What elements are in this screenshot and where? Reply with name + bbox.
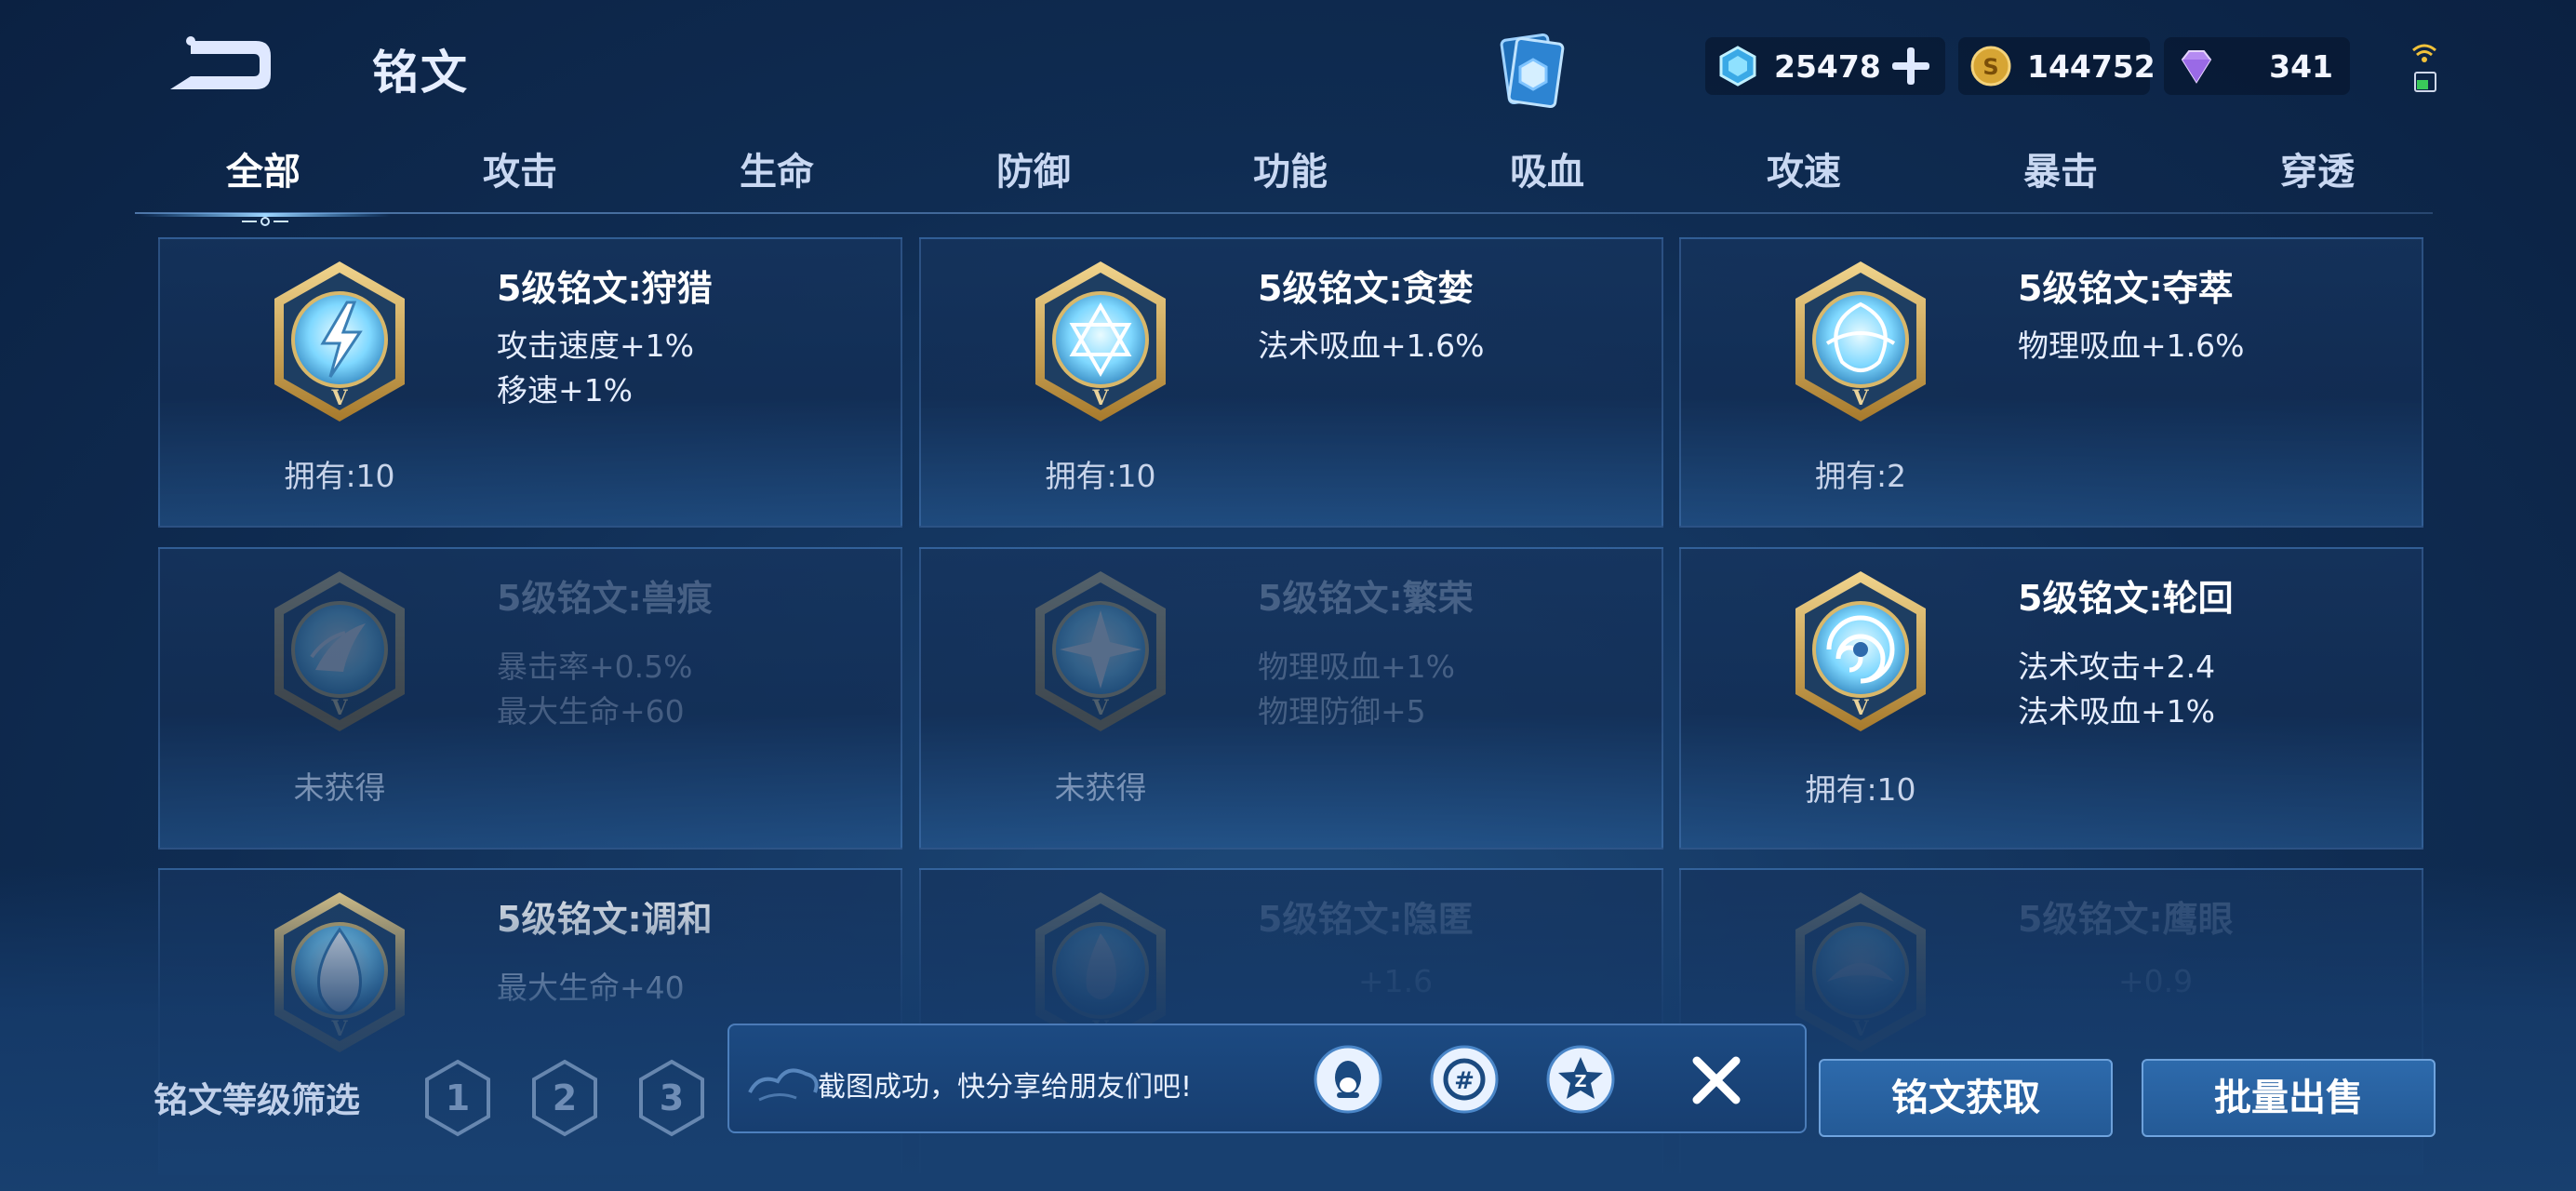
share-toast: 截图成功，快分享给朋友们吧! # Z bbox=[727, 1024, 1807, 1133]
owned-count: 拥有:2 bbox=[1814, 458, 1907, 494]
inscription-stat: +1.6 bbox=[1358, 963, 1434, 999]
crystal-icon bbox=[1719, 46, 1756, 87]
card-shop-icon[interactable] bbox=[1488, 28, 1572, 114]
back-arrow-icon bbox=[170, 36, 271, 89]
inscription-card[interactable]: 5级铭文:狩猎 攻击速度+1% 移速+1% 拥有:10 bbox=[158, 237, 902, 528]
inscription-stat: 移速+1% bbox=[497, 372, 634, 408]
lightning-emblem-icon bbox=[269, 258, 410, 425]
diamond-balance: 341 bbox=[2164, 37, 2350, 95]
svg-text:#: # bbox=[1454, 1067, 1475, 1095]
crystal-balance: 25478 bbox=[1705, 37, 1945, 95]
diamond-icon bbox=[2181, 50, 2212, 84]
inscription-card[interactable]: 5级铭文:轮回 法术攻击+2.4 法术吸血+1% 拥有:10 bbox=[1679, 547, 2423, 850]
page-title: 铭文 bbox=[372, 46, 469, 100]
tab-health[interactable]: 生命 bbox=[648, 140, 905, 214]
inscription-name: 5级铭文:兽痕 bbox=[497, 578, 713, 619]
owned-count: 拥有:10 bbox=[1045, 458, 1156, 494]
qzone-icon[interactable]: Z bbox=[1545, 1044, 1616, 1115]
swirl-emblem-icon bbox=[1790, 568, 1931, 735]
inscription-card[interactable]: 5级铭文:贪婪 法术吸血+1.6% 拥有:10 bbox=[919, 237, 1663, 528]
level-filter-label: 铭文等级筛选 bbox=[153, 1080, 360, 1120]
inscription-stat: 物理吸血+1.6% bbox=[2018, 328, 2245, 364]
category-tabs: 全部 攻击 生命 防御 功能 吸血 攻速 暴击 穿透 bbox=[135, 140, 2433, 223]
level-1-label: 1 bbox=[446, 1077, 470, 1118]
wifi-battery-icon bbox=[2408, 37, 2441, 97]
crystal-amount: 25478 bbox=[1774, 47, 1881, 85]
drop-emblem-icon bbox=[269, 889, 410, 1056]
level-1-filter[interactable]: 1 bbox=[423, 1059, 492, 1137]
inscription-card[interactable]: 5级铭文:兽痕 暴击率+0.5% 最大生命+60 未获得 bbox=[158, 547, 902, 850]
level-2-label: 2 bbox=[553, 1077, 577, 1118]
tab-attack-speed[interactable]: 攻速 bbox=[1675, 140, 1932, 214]
inscription-stat: +0.9 bbox=[2118, 963, 2194, 999]
add-crystal-button[interactable] bbox=[1891, 47, 1929, 85]
level-3-filter[interactable]: 3 bbox=[637, 1059, 706, 1137]
toast-message: 截图成功，快分享给朋友们吧! bbox=[818, 1071, 1193, 1104]
inscription-stat: 物理防御+5 bbox=[1258, 693, 1426, 729]
svg-text:Z: Z bbox=[1574, 1072, 1586, 1091]
inscription-stat: 法术攻击+2.4 bbox=[2018, 649, 2216, 685]
owned-status: 未获得 bbox=[293, 769, 386, 806]
back-button[interactable] bbox=[153, 28, 284, 102]
tab-attack[interactable]: 攻击 bbox=[392, 140, 648, 214]
inscription-name: 5级铭文:调和 bbox=[497, 899, 713, 940]
tab-all[interactable]: 全部 bbox=[135, 140, 392, 214]
owned-status: 未获得 bbox=[1054, 769, 1147, 806]
level-2-filter[interactable]: 2 bbox=[530, 1059, 599, 1137]
inscription-name: 5级铭文:夺萃 bbox=[2018, 268, 2234, 309]
inscription-name: 5级铭文:轮回 bbox=[2018, 578, 2234, 619]
svg-text:S: S bbox=[1982, 54, 1998, 80]
inscription-stat: 最大生命+40 bbox=[497, 970, 685, 1006]
inscription-name: 5级铭文:隐匿 bbox=[1258, 899, 1474, 940]
level-3-label: 3 bbox=[660, 1077, 684, 1118]
inscription-name: 5级铭文:鹰眼 bbox=[2018, 899, 2234, 940]
inscription-stat: 攻击速度+1% bbox=[497, 328, 695, 364]
qq-icon[interactable] bbox=[1313, 1044, 1383, 1115]
tab-lifesteal[interactable]: 吸血 bbox=[1419, 140, 1675, 214]
gold-balance: S 144752 bbox=[1958, 37, 2156, 95]
tab-critical[interactable]: 暴击 bbox=[1932, 140, 2189, 214]
gold-amount: 144752 bbox=[2027, 47, 2156, 85]
owned-count: 拥有:10 bbox=[284, 458, 395, 494]
claw-emblem-icon bbox=[269, 568, 410, 735]
cross-star-emblem-icon bbox=[1030, 568, 1171, 735]
owned-count: 拥有:10 bbox=[1805, 771, 1916, 808]
inscription-card[interactable]: 5级铭文:夺萃 物理吸血+1.6% 拥有:2 bbox=[1679, 237, 2423, 528]
inscription-stat: 最大生命+60 bbox=[497, 693, 685, 729]
inscription-name: 5级铭文:狩猎 bbox=[497, 268, 713, 309]
inscription-stat: 物理吸血+1% bbox=[1258, 649, 1456, 685]
tab-utility[interactable]: 功能 bbox=[1162, 140, 1419, 214]
bulk-sell-button[interactable]: 批量出售 bbox=[2142, 1059, 2436, 1137]
inscription-stat: 法术吸血+1% bbox=[2018, 693, 2216, 729]
gold-coin-icon: S bbox=[1970, 46, 2011, 87]
active-tab-indicator bbox=[140, 212, 391, 226]
cloud-decoration-icon bbox=[748, 1068, 819, 1102]
wechat-moments-icon[interactable]: # bbox=[1429, 1044, 1500, 1115]
inscription-name: 5级铭文:贪婪 bbox=[1258, 268, 1474, 309]
tab-defense[interactable]: 防御 bbox=[905, 140, 1162, 214]
knot-emblem-icon bbox=[1790, 258, 1931, 425]
close-icon[interactable] bbox=[1688, 1051, 1745, 1109]
get-inscription-button[interactable]: 铭文获取 bbox=[1819, 1059, 2113, 1137]
inscription-name: 5级铭文:繁荣 bbox=[1258, 578, 1474, 619]
diamond-amount: 341 bbox=[2269, 47, 2333, 85]
inscription-card[interactable]: 5级铭文:繁荣 物理吸血+1% 物理防御+5 未获得 bbox=[919, 547, 1663, 850]
inscription-stat: 暴击率+0.5% bbox=[497, 649, 693, 685]
hawk-emblem-icon bbox=[1790, 889, 1931, 1056]
tab-penetration[interactable]: 穿透 bbox=[2189, 140, 2446, 214]
inscription-stat: 法术吸血+1.6% bbox=[1258, 328, 1485, 364]
star-of-david-emblem-icon bbox=[1030, 258, 1171, 425]
